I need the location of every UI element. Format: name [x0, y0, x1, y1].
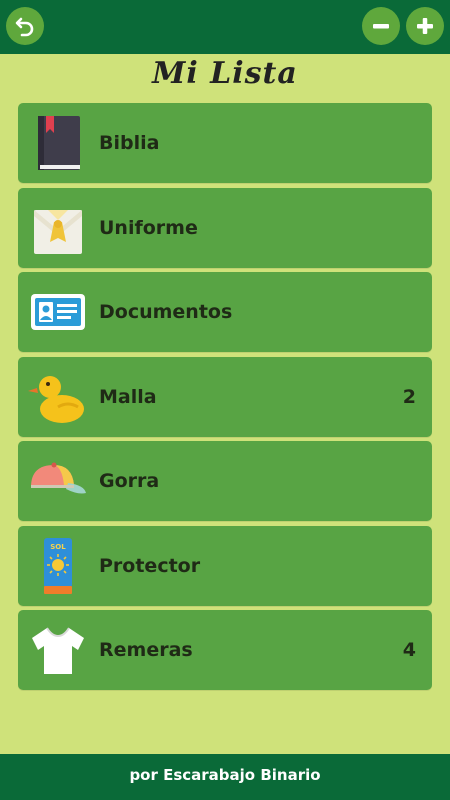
item-count: 4	[402, 639, 416, 661]
duck-icon	[28, 367, 88, 427]
list-item-remeras[interactable]: Remeras 4	[18, 610, 432, 690]
footer-credit: por Escarabajo Binario	[0, 754, 450, 800]
item-list: Biblia Uniforme Documentos Malla 2 Gorra…	[18, 103, 432, 695]
id-card-icon	[28, 282, 88, 342]
undo-arrow-icon	[15, 17, 34, 37]
item-label: Remeras	[99, 639, 193, 661]
item-label: Protector	[99, 554, 201, 577]
list-item-gorra[interactable]: Gorra	[18, 441, 432, 521]
item-label: Biblia	[99, 132, 160, 154]
remove-button[interactable]	[362, 7, 400, 45]
bible-icon	[28, 113, 88, 173]
item-label: Uniforme	[99, 216, 198, 239]
top-bar	[0, 0, 450, 54]
page-title: Mi Lista	[152, 56, 298, 91]
uniform-icon	[28, 198, 88, 258]
list-item-biblia[interactable]: Biblia	[18, 103, 432, 183]
cap-icon	[28, 451, 88, 511]
list-item-uniforme[interactable]: Uniforme	[18, 187, 432, 268]
list-item-protector[interactable]: SOL Protector	[18, 525, 432, 606]
tshirt-icon	[28, 620, 88, 680]
item-label: Gorra	[99, 470, 160, 492]
svg-text:SOL: SOL	[50, 543, 66, 551]
item-label: Malla	[99, 385, 157, 408]
item-count: 2	[402, 385, 416, 408]
sunscreen-icon: SOL	[28, 536, 88, 596]
list-item-malla[interactable]: Malla 2	[18, 356, 432, 437]
minus-icon	[373, 24, 389, 29]
list-item-documentos[interactable]: Documentos	[18, 272, 432, 352]
plus-icon	[417, 18, 433, 34]
add-button[interactable]	[406, 7, 444, 45]
item-label: Documentos	[99, 301, 233, 323]
back-button[interactable]	[6, 7, 44, 45]
